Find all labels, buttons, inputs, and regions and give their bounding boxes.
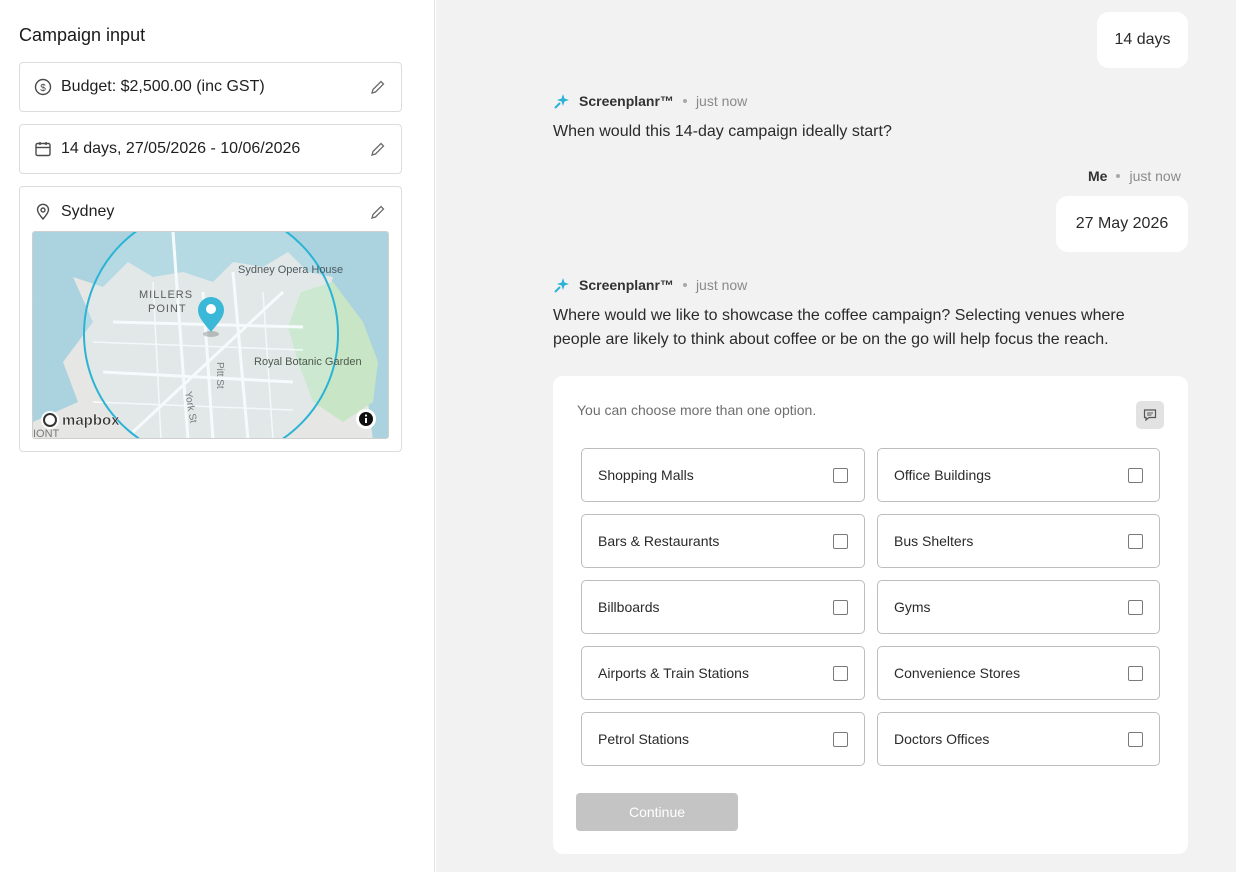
bot-message-line: people are likely to think about coffee … <box>553 331 1109 348</box>
budget-field[interactable]: $ Budget: $2,500.00 (inc GST) <box>19 62 402 112</box>
options-hint: You can choose more than one option. <box>577 402 817 418</box>
option-label: Bars & Restaurants <box>598 533 720 549</box>
option-checkbox[interactable] <box>833 731 848 747</box>
option-checkbox[interactable] <box>1128 731 1143 747</box>
panel-title: Campaign input <box>19 25 146 45</box>
option-shopping-malls[interactable]: Shopping Malls <box>581 448 865 502</box>
bot-name: Screenplanr™ <box>579 93 674 109</box>
option-label: Airports & Train Stations <box>598 665 749 681</box>
budget-text: Budget: $2,500.00 (inc GST) <box>61 78 265 95</box>
location-row[interactable]: Sydney <box>20 187 401 237</box>
meta-separator <box>682 99 687 103</box>
map-label-millers: MILLERS <box>139 289 193 301</box>
map-label-pitt: Pitt St <box>214 362 225 389</box>
continue-button[interactable]: Continue <box>576 793 738 831</box>
option-doctors-offices[interactable]: Doctors Offices <box>877 712 1160 766</box>
meta-separator <box>1116 174 1121 178</box>
location-map[interactable]: Sydney Opera House MILLERS POINT Royal B… <box>32 231 389 439</box>
user-message-bubble: 14 days <box>1097 12 1188 68</box>
option-bars-restaurants[interactable]: Bars & Restaurants <box>581 514 865 568</box>
svg-text:$: $ <box>40 83 46 94</box>
message-time: just now <box>695 93 748 109</box>
option-checkbox[interactable] <box>1128 599 1143 615</box>
edit-pencil-icon[interactable] <box>369 140 387 158</box>
bot-message-text: Where would we like to showcase the coff… <box>553 304 1193 352</box>
chat-panel: 14 days Screenplanr™ just now When would… <box>436 0 1236 872</box>
user-message-meta: Me just now <box>1088 168 1181 184</box>
bot-message-text: When would this 14-day campaign ideally … <box>553 123 892 140</box>
map-info-icon[interactable] <box>356 409 376 429</box>
bot-message-meta: Screenplanr™ just now <box>553 276 747 294</box>
option-billboards[interactable]: Billboards <box>581 580 865 634</box>
bot-name: Screenplanr™ <box>579 277 674 293</box>
location-text: Sydney <box>61 203 115 220</box>
map-label-point: POINT <box>148 303 187 315</box>
option-checkbox[interactable] <box>833 533 848 549</box>
map-graphic: Sydney Opera House MILLERS POINT Royal B… <box>33 232 388 439</box>
campaign-input-panel: Campaign input $ Budget: $2,500.00 (inc … <box>0 0 435 872</box>
comment-button[interactable] <box>1136 401 1164 429</box>
sparkle-wand-icon <box>554 278 569 293</box>
user-message-text: 14 days <box>1114 31 1171 48</box>
option-convenience-stores[interactable]: Convenience Stores <box>877 646 1160 700</box>
option-label: Doctors Offices <box>894 731 990 747</box>
option-checkbox[interactable] <box>833 467 848 483</box>
message-time: just now <box>1129 168 1181 184</box>
option-label: Convenience Stores <box>894 665 1021 681</box>
edit-pencil-icon[interactable] <box>369 203 387 221</box>
mapbox-brand-text: mapbox <box>62 412 120 429</box>
map-label-opera-house: Sydney Opera House <box>238 264 343 276</box>
option-label: Office Buildings <box>894 467 992 483</box>
calendar-icon <box>34 140 52 158</box>
dollar-circle-icon: $ <box>34 78 52 96</box>
sparkle-wand-icon <box>554 94 569 109</box>
map-label-botanic: Royal Botanic Garden <box>254 356 362 368</box>
user-message-text: 27 May 2026 <box>1075 215 1169 232</box>
option-checkbox[interactable] <box>833 665 848 681</box>
option-checkbox[interactable] <box>1128 467 1143 483</box>
mapbox-logo-icon: mapbox <box>41 411 120 429</box>
dates-text: 14 days, 27/05/2026 - 10/06/2026 <box>61 140 301 157</box>
location-field: Sydney Sydney Opera House MILLERS POINT … <box>19 186 402 452</box>
bot-message-line: Where would we like to showcase the coff… <box>553 307 1125 324</box>
bot-message-meta: Screenplanr™ just now <box>553 92 747 110</box>
meta-separator <box>682 283 687 287</box>
edit-pencil-icon[interactable] <box>369 78 387 96</box>
option-checkbox[interactable] <box>833 599 848 615</box>
option-gyms[interactable]: Gyms <box>877 580 1160 634</box>
map-pin-icon <box>34 203 52 221</box>
option-label: Bus Shelters <box>894 533 974 549</box>
user-name: Me <box>1088 168 1108 184</box>
option-label: Billboards <box>598 599 660 615</box>
option-checkbox[interactable] <box>1128 665 1143 681</box>
option-petrol-stations[interactable]: Petrol Stations <box>581 712 865 766</box>
venue-options-card: You can choose more than one option. Sho… <box>553 376 1188 854</box>
message-time: just now <box>695 277 748 293</box>
map-label-corner: IONT <box>33 428 60 439</box>
option-checkbox[interactable] <box>1128 533 1143 549</box>
option-airports-train-stations[interactable]: Airports & Train Stations <box>581 646 865 700</box>
user-message-bubble: 27 May 2026 <box>1056 196 1188 252</box>
comment-icon <box>1143 409 1157 422</box>
option-label: Petrol Stations <box>598 731 690 747</box>
option-label: Shopping Malls <box>598 467 694 483</box>
dates-field[interactable]: 14 days, 27/05/2026 - 10/06/2026 <box>19 124 402 174</box>
option-bus-shelters[interactable]: Bus Shelters <box>877 514 1160 568</box>
option-label: Gyms <box>894 599 931 615</box>
option-office-buildings[interactable]: Office Buildings <box>877 448 1160 502</box>
